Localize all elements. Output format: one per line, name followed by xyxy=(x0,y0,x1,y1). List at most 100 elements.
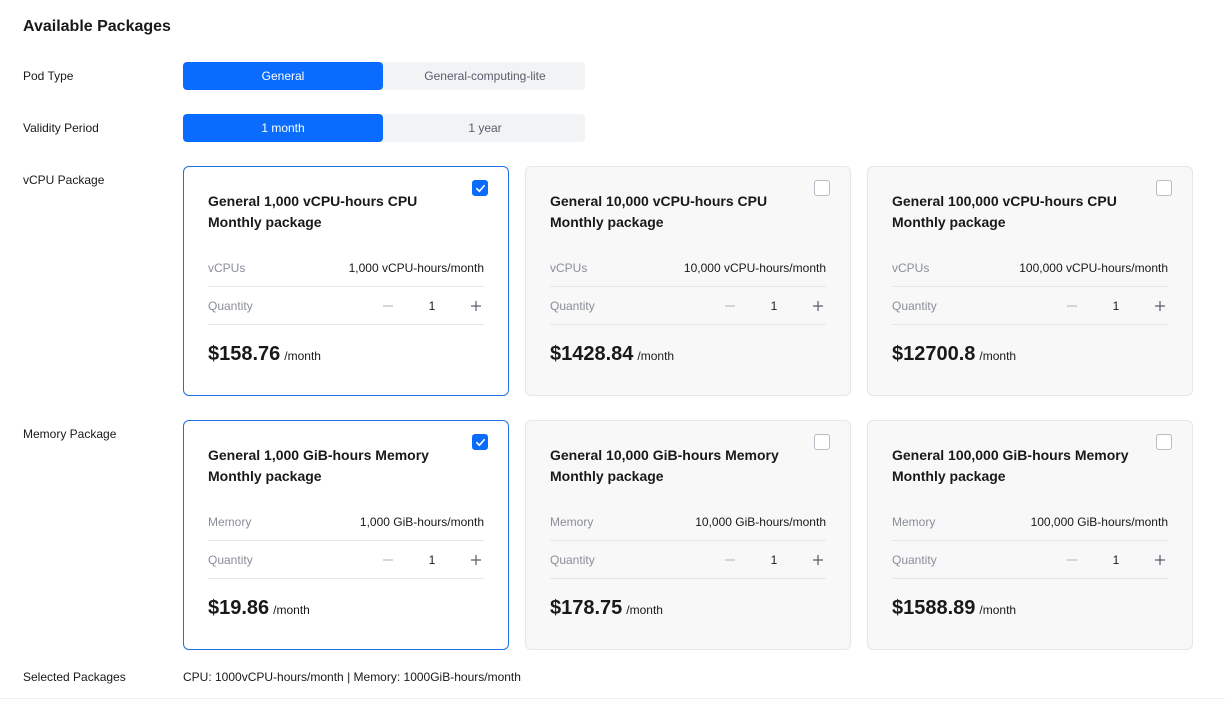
package-checkbox[interactable] xyxy=(472,180,488,196)
validity-period-label: Validity Period xyxy=(23,121,99,135)
price-amount: $12700.8 xyxy=(892,343,976,365)
validity-option-1-year[interactable]: 1 year xyxy=(385,114,585,142)
vcpu-package-card[interactable]: General 1,000 vCPU-hours CPU Monthly pac… xyxy=(183,166,509,396)
price-unit: /month xyxy=(979,603,1017,617)
spec-label: vCPUs xyxy=(550,260,588,275)
price-unit: /month xyxy=(979,349,1017,363)
plus-icon[interactable] xyxy=(810,552,826,568)
quantity-row: Quantity 1 xyxy=(550,287,826,325)
spec-value: 10,000 GiB-hours/month xyxy=(695,514,826,529)
check-icon xyxy=(475,438,485,446)
quantity-row: Quantity 1 xyxy=(550,541,826,579)
pod-type-label: Pod Type xyxy=(23,69,74,83)
card-title: General 100,000 GiB-hours Memory Monthly… xyxy=(892,447,1129,484)
quantity-stepper: 1 xyxy=(1064,552,1168,568)
package-checkbox[interactable] xyxy=(814,434,830,450)
card-title: General 10,000 GiB-hours Memory Monthly … xyxy=(550,447,779,484)
card-title: General 1,000 GiB-hours Memory Monthly p… xyxy=(208,447,429,484)
minus-icon[interactable] xyxy=(1064,552,1080,568)
quantity-label: Quantity xyxy=(550,552,595,567)
minus-icon[interactable] xyxy=(380,552,396,568)
quantity-label: Quantity xyxy=(208,552,253,567)
package-checkbox[interactable] xyxy=(1156,180,1172,196)
quantity-value[interactable]: 1 xyxy=(396,299,468,313)
quantity-stepper: 1 xyxy=(722,298,826,314)
plus-icon[interactable] xyxy=(468,552,484,568)
spec-row: Memory 10,000 GiB-hours/month xyxy=(550,503,826,541)
quantity-label: Quantity xyxy=(892,552,937,567)
quantity-row: Quantity 1 xyxy=(892,541,1168,579)
plus-icon[interactable] xyxy=(810,298,826,314)
price: $158.76 /month xyxy=(208,343,321,366)
package-checkbox[interactable] xyxy=(472,434,488,450)
price: $178.75 /month xyxy=(550,597,663,620)
spec-row: Memory 1,000 GiB-hours/month xyxy=(208,503,484,541)
quantity-value[interactable]: 1 xyxy=(738,299,810,313)
spec-label: Memory xyxy=(208,514,252,529)
page-title: Available Packages xyxy=(23,18,171,35)
pod-type-selector: General General-computing-lite xyxy=(183,62,585,90)
price-amount: $1428.84 xyxy=(550,343,634,365)
price-unit: /month xyxy=(637,349,675,363)
price-amount: $1588.89 xyxy=(892,597,976,619)
divider xyxy=(0,698,1225,699)
spec-value: 1,000 vCPU-hours/month xyxy=(348,260,484,275)
package-checkbox[interactable] xyxy=(1156,434,1172,450)
price: $1428.84 /month xyxy=(550,343,674,366)
price-amount: $19.86 xyxy=(208,597,270,619)
spec-value: 1,000 GiB-hours/month xyxy=(359,514,484,529)
quantity-stepper: 1 xyxy=(722,552,826,568)
quantity-value[interactable]: 1 xyxy=(1080,299,1152,313)
plus-icon[interactable] xyxy=(468,298,484,314)
price-unit: /month xyxy=(273,603,310,617)
card-title: General 100,000 vCPU-hours CPU Monthly p… xyxy=(892,193,1117,230)
spec-value: 100,000 vCPU-hours/month xyxy=(1019,260,1168,275)
memory-package-card[interactable]: General 1,000 GiB-hours Memory Monthly p… xyxy=(183,420,509,650)
price: $19.86 /month xyxy=(208,597,310,620)
selected-packages-label: Selected Packages xyxy=(23,670,126,684)
memory-package-card[interactable]: General 100,000 GiB-hours Memory Monthly… xyxy=(867,420,1193,650)
minus-icon[interactable] xyxy=(380,298,396,314)
validity-period-selector: 1 month 1 year xyxy=(183,114,585,142)
price: $12700.8 /month xyxy=(892,343,1016,366)
vcpu-package-card[interactable]: General 100,000 vCPU-hours CPU Monthly p… xyxy=(867,166,1193,396)
quantity-value[interactable]: 1 xyxy=(1080,553,1152,567)
memory-package-label: Memory Package xyxy=(23,427,117,441)
spec-value: 100,000 GiB-hours/month xyxy=(1030,514,1168,529)
quantity-row: Quantity 1 xyxy=(208,287,484,325)
vcpu-package-card[interactable]: General 10,000 vCPU-hours CPU Monthly pa… xyxy=(525,166,851,396)
price-amount: $178.75 xyxy=(550,597,623,619)
validity-option-1-month[interactable]: 1 month xyxy=(183,114,383,142)
plus-icon[interactable] xyxy=(1152,552,1168,568)
quantity-stepper: 1 xyxy=(1064,298,1168,314)
price-amount: $158.76 xyxy=(208,343,281,365)
minus-icon[interactable] xyxy=(722,552,738,568)
spec-label: Memory xyxy=(892,514,936,529)
spec-label: vCPUs xyxy=(892,260,930,275)
spec-label: vCPUs xyxy=(208,260,246,275)
card-title: General 1,000 vCPU-hours CPU Monthly pac… xyxy=(208,193,418,230)
vcpu-package-label: vCPU Package xyxy=(23,173,105,187)
package-checkbox[interactable] xyxy=(814,180,830,196)
price-unit: /month xyxy=(626,603,663,617)
spec-row: vCPUs 100,000 vCPU-hours/month xyxy=(892,249,1168,287)
quantity-value[interactable]: 1 xyxy=(396,553,468,567)
quantity-label: Quantity xyxy=(550,298,595,313)
spec-row: vCPUs 10,000 vCPU-hours/month xyxy=(550,249,826,287)
quantity-label: Quantity xyxy=(208,298,253,313)
spec-value: 10,000 vCPU-hours/month xyxy=(683,260,826,275)
quantity-row: Quantity 1 xyxy=(208,541,484,579)
quantity-row: Quantity 1 xyxy=(892,287,1168,325)
spec-row: vCPUs 1,000 vCPU-hours/month xyxy=(208,249,484,287)
quantity-value[interactable]: 1 xyxy=(738,553,810,567)
memory-package-card[interactable]: General 10,000 GiB-hours Memory Monthly … xyxy=(525,420,851,650)
price-unit: /month xyxy=(284,349,321,363)
quantity-stepper: 1 xyxy=(380,552,484,568)
spec-row: Memory 100,000 GiB-hours/month xyxy=(892,503,1168,541)
pod-type-option-general[interactable]: General xyxy=(183,62,383,90)
plus-icon[interactable] xyxy=(1152,298,1168,314)
spec-label: Memory xyxy=(550,514,594,529)
minus-icon[interactable] xyxy=(722,298,738,314)
pod-type-option-general-computing-lite[interactable]: General-computing-lite xyxy=(385,62,585,90)
minus-icon[interactable] xyxy=(1064,298,1080,314)
